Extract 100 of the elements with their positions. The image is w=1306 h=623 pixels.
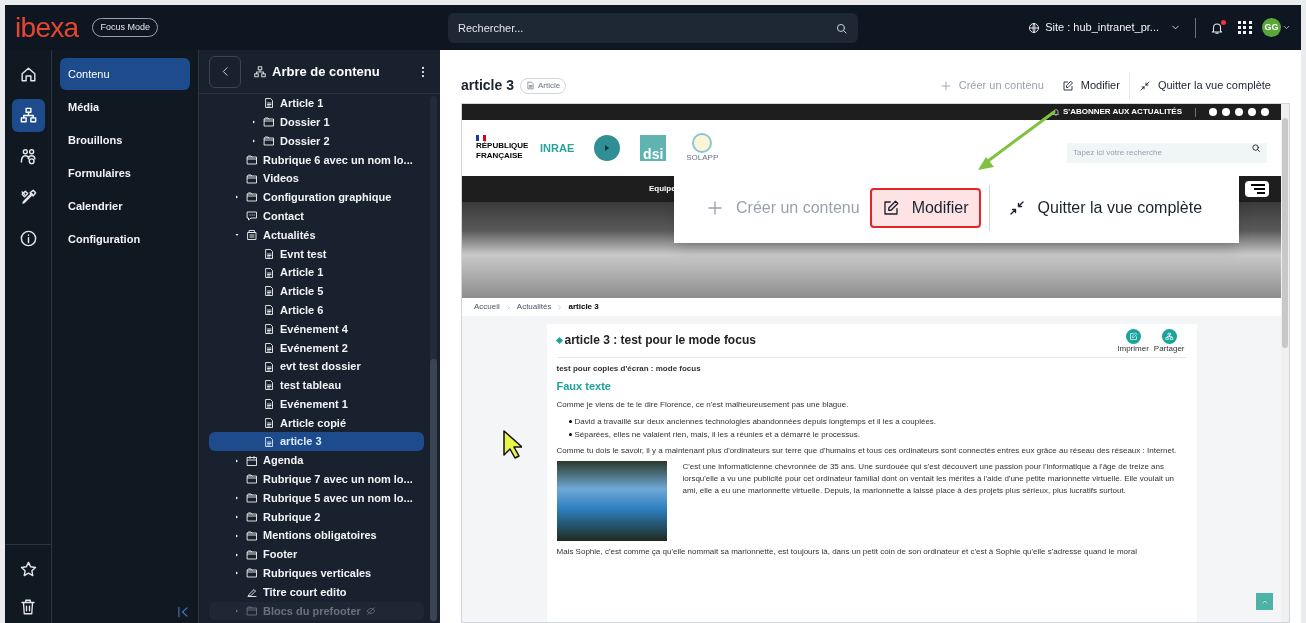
paragraph: Mais Sophie, c'est comme ça qu'elle nommait sa marionnette, est toujours là, dans un petit coin de son ordinateur et c'est à Sophie qu'elle s'adresse quand le moral <box>556 545 1138 557</box>
bell-icon <box>1210 20 1224 35</box>
tree-item[interactable]: Evénement 2 <box>209 338 424 358</box>
document-icon <box>263 247 275 260</box>
edit-button[interactable]: Modifier <box>869 187 981 228</box>
tree-item[interactable]: Videos <box>209 169 424 188</box>
nav-item[interactable]: Brouillons <box>60 124 190 156</box>
tree-item[interactable]: Article 1 <box>209 94 424 113</box>
trash-icon <box>19 598 37 616</box>
logo[interactable]: ibexa <box>15 13 79 42</box>
tree-item[interactable]: Article 6 <box>209 300 424 320</box>
scroll-thumb[interactable] <box>1282 118 1288 348</box>
search-field[interactable]: Rechercher... <box>448 12 858 43</box>
document-icon <box>263 341 275 354</box>
newspaper-icon <box>246 228 258 241</box>
inrae-logo: INRAE <box>540 140 575 156</box>
scroll-thumb[interactable] <box>430 358 437 621</box>
collapse-arrows-icon <box>1138 79 1151 92</box>
page-title: article 3 <box>461 76 514 95</box>
tree-item[interactable]: Contact <box>209 206 424 226</box>
caret-icon[interactable] <box>234 495 240 502</box>
tree-item[interactable]: evt test dossier <box>209 357 424 376</box>
tree-item[interactable]: Rubrique 2 <box>209 507 424 527</box>
caret-icon[interactable] <box>234 551 240 558</box>
rail-button[interactable] <box>11 99 45 132</box>
tree-item[interactable]: Footer <box>209 545 424 564</box>
solapp-logo: SOLAPP <box>686 153 719 163</box>
sitemap-icon <box>18 106 38 125</box>
edit-button[interactable]: Modifier <box>1052 72 1129 99</box>
bell-icon <box>1051 108 1060 116</box>
breadcrumb-link[interactable]: Actualités <box>516 301 552 313</box>
calendar-icon <box>246 454 258 467</box>
scrollbar[interactable] <box>430 96 437 621</box>
scrollbar[interactable] <box>1281 104 1289 622</box>
folder-icon <box>246 492 258 505</box>
article-tool-button[interactable]: Partager <box>1153 329 1185 354</box>
collapse-icon <box>176 605 190 619</box>
breadcrumb-link[interactable]: Accueil <box>474 301 500 313</box>
folder-icon <box>246 604 258 617</box>
folder-icon <box>246 548 258 561</box>
notifications-button[interactable] <box>1210 19 1226 36</box>
tree-item[interactable]: Rubrique 5 avec un nom lo... <box>209 488 424 508</box>
nav-item[interactable]: Média <box>60 91 190 123</box>
collapse-button[interactable] <box>176 605 190 619</box>
plus-icon <box>939 79 952 92</box>
tree-item[interactable]: Article 1 <box>209 263 424 282</box>
article-subtitle: test pour copies d'écran : mode focus <box>556 363 702 375</box>
tree-item[interactable]: Evnt test <box>209 244 424 264</box>
document-icon <box>263 285 275 298</box>
folder-icon <box>246 153 258 166</box>
folder-icon <box>263 135 275 147</box>
dsi-logo: dsi <box>640 135 667 161</box>
caret-icon[interactable] <box>251 119 257 126</box>
tree-item[interactable]: Dossier 1 <box>209 112 424 132</box>
site-search-field[interactable]: Tapez ici votre recherche <box>1067 142 1267 163</box>
caret-icon[interactable] <box>234 457 240 464</box>
tree-item[interactable]: Mentions obligatoires <box>209 526 424 546</box>
info-icon <box>18 229 38 248</box>
tree-item[interactable]: Dossier 2 <box>209 131 424 151</box>
exit-full-view-button[interactable]: Quitter la vue complète <box>1129 72 1280 99</box>
menu-button[interactable] <box>1245 181 1269 197</box>
caret-icon[interactable] <box>234 194 240 201</box>
tree-item[interactable]: Rubriques verticales <box>209 563 424 583</box>
tree-item[interactable]: article 3 <box>209 432 424 452</box>
tree-item[interactable]: Titre court edito <box>209 582 424 602</box>
caret-icon[interactable] <box>234 532 240 539</box>
caret-icon[interactable] <box>234 231 240 238</box>
document-icon <box>263 266 275 279</box>
chevron-icon <box>556 303 564 311</box>
caret-icon[interactable] <box>234 513 240 520</box>
nav-item[interactable]: Configuration <box>60 223 190 255</box>
paragraph: C'est une informaticienne chevronnée de 35 ans. Une surdouée qui s'est découvert une passion pour l'informatique à l'âge de treize ans lorsqu'elle a vu une publicité pour cet ordinateur familial dont on ventait les mérites à l'aide d'une petite marionnette virtuelle. Elle voulait un ami, elle a eu une marionnette virtuelle. Depuis, la marionnette a laissé place à des projets plus sérieux, plus lucratifs surtout. <box>682 460 1176 497</box>
tree-item[interactable]: Actualités <box>209 225 424 245</box>
article-heading: Faux texte <box>556 379 612 394</box>
tree-item[interactable]: Rubrique 7 avec un nom lo... <box>209 469 424 489</box>
article-tool-button[interactable]: Imprimer <box>1117 329 1149 354</box>
folder-icon <box>246 567 258 580</box>
site-selector[interactable]: Site : hub_intranet_pr... <box>1028 19 1181 36</box>
folder-icon <box>246 529 258 542</box>
tree-item[interactable]: Agenda <box>209 451 424 470</box>
nav-item[interactable]: Formulaires <box>60 157 190 189</box>
eye-slash-icon <box>365 605 376 616</box>
article-title: article 3 : test pour le mode focus <box>564 332 756 349</box>
tree-icon <box>253 64 267 79</box>
tree-item[interactable]: Article 5 <box>209 281 424 301</box>
tree-item[interactable]: Evénement 4 <box>209 319 424 339</box>
nav-item[interactable]: Calendrier <box>60 190 190 222</box>
tree-item[interactable]: Article copié <box>209 413 424 433</box>
caret-icon[interactable] <box>251 138 257 144</box>
tree-item[interactable]: Configuration graphique <box>209 188 424 207</box>
exit-full-view-button[interactable]: Quitter la vue complète <box>997 187 1213 228</box>
tree-item[interactable]: Rubrique 6 avec un nom lo... <box>209 150 424 170</box>
nav-item[interactable]: Contenu <box>60 58 190 90</box>
document-icon <box>263 398 275 411</box>
apps-grid-icon[interactable] <box>1238 20 1252 35</box>
caret-icon[interactable] <box>234 570 240 577</box>
subscribe-link[interactable]: S'ABONNER AUX ACTUALITÉS <box>1051 106 1182 118</box>
tree-item[interactable]: test tableau <box>209 375 424 395</box>
panel-title: Arbre de contenu <box>272 62 380 81</box>
tree-item[interactable]: Evénement 1 <box>209 394 424 414</box>
